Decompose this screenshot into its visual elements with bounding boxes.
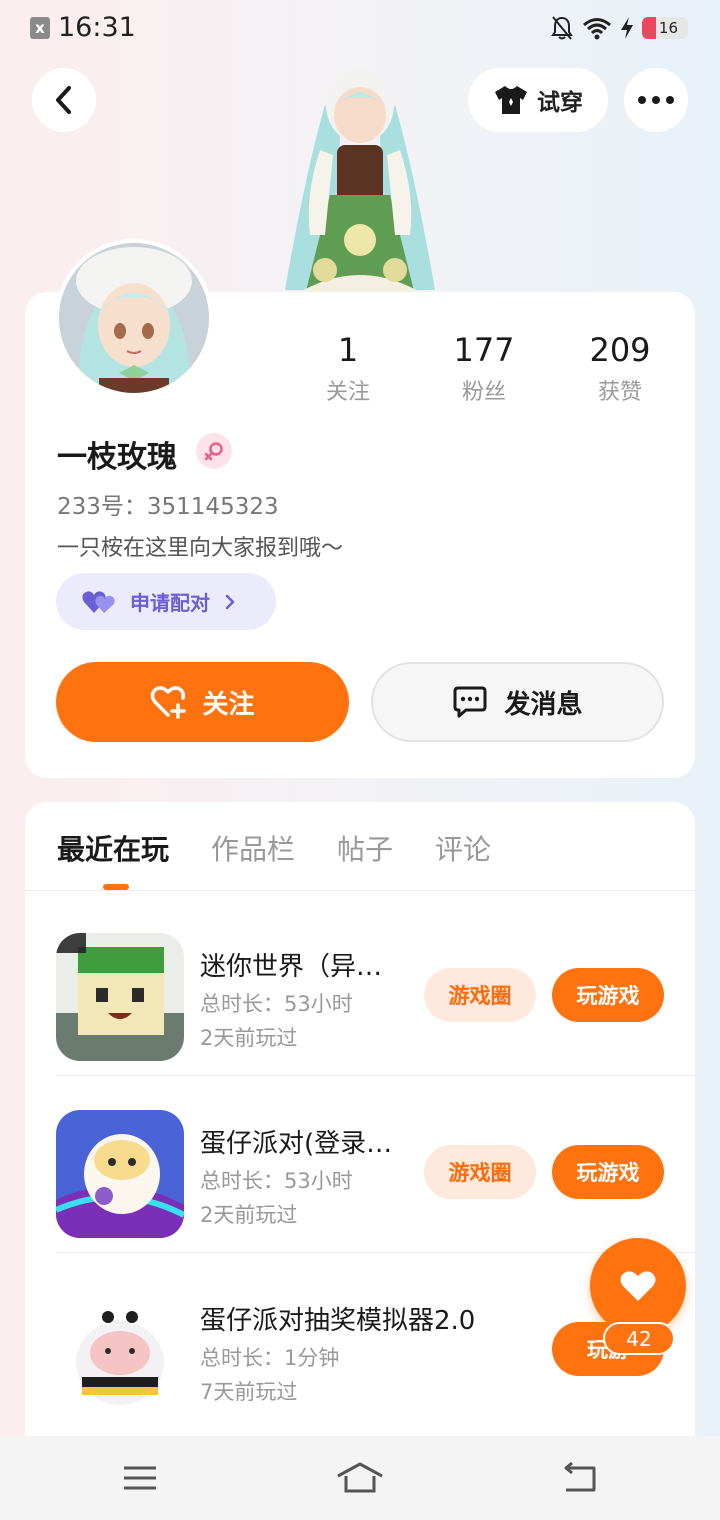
game-title: 蛋仔派对抽奖模拟器2.0	[200, 1306, 476, 1336]
heart-icon	[620, 1271, 656, 1301]
like-floating-button[interactable]	[590, 1238, 686, 1334]
stat-value: 209	[589, 331, 651, 369]
avatar-image	[59, 243, 209, 393]
user-id: 233号：351145323	[57, 494, 279, 520]
follow-button[interactable]: 关注	[56, 662, 349, 742]
more-dots-icon	[638, 96, 674, 104]
chat-bubble-icon	[453, 686, 487, 718]
stat-value: 177	[453, 331, 515, 369]
home-icon	[337, 1462, 383, 1493]
battery-icon: 16	[642, 17, 688, 39]
follow-label: 关注	[202, 689, 255, 720]
game-duration: 总时长：53小时	[200, 992, 353, 1016]
chevron-left-icon	[56, 86, 71, 114]
stat-following[interactable]: 1 关注	[280, 330, 416, 406]
game-row[interactable]: 迷你世界（异… 总时长：53小时 2天前玩过 游戏圈 玩游戏	[25, 900, 695, 1076]
game-duration: 总时长：1分钟	[200, 1346, 340, 1370]
system-nav-bar	[0, 1436, 720, 1520]
divider	[25, 890, 695, 891]
shirt-icon	[495, 86, 527, 114]
game-title: 蛋仔派对(登录…	[200, 1129, 393, 1159]
notification-off-icon	[551, 16, 573, 40]
game-icon-eggy-party[interactable]	[56, 1110, 184, 1238]
wifi-icon	[583, 18, 611, 40]
play-game-button[interactable]: 玩游戏	[552, 968, 664, 1022]
divider	[56, 1075, 695, 1076]
stat-likes[interactable]: 209 获赞	[552, 330, 688, 406]
send-message-label: 发消息	[504, 689, 583, 720]
gender-badge	[196, 433, 232, 469]
stat-label: 关注	[325, 380, 370, 405]
notification-app-icon: x	[30, 17, 50, 39]
nav-home-button[interactable]	[336, 1458, 384, 1498]
status-bar: x 16:31 16	[0, 0, 720, 56]
double-heart-icon	[82, 590, 115, 613]
stat-value: 1	[337, 331, 359, 369]
status-icons: 16	[550, 14, 688, 42]
try-on-button[interactable]: 试穿	[468, 68, 608, 132]
like-count-badge: 42	[603, 1322, 675, 1355]
nav-back-button[interactable]	[556, 1458, 604, 1498]
stat-label: 粉丝	[461, 380, 506, 405]
nav-menu-button[interactable]	[116, 1458, 164, 1498]
try-on-label: 试穿	[537, 90, 583, 116]
apply-pair-label: 申请配对	[130, 591, 210, 615]
status-time: 16:31	[58, 12, 136, 43]
female-icon	[204, 442, 223, 461]
game-last-played: 7天前玩过	[200, 1380, 298, 1404]
stat-followers[interactable]: 177 粉丝	[416, 330, 552, 406]
tab-recently-played[interactable]: 最近在玩	[57, 828, 169, 868]
game-icon-mini-world[interactable]	[56, 933, 184, 1061]
game-last-played: 2天前玩过	[200, 1203, 298, 1227]
tab-posts[interactable]: 帖子	[337, 828, 393, 868]
profile-tabs: 最近在玩 作品栏 帖子 评论	[57, 828, 491, 868]
game-circle-button[interactable]: 游戏圈	[424, 968, 536, 1022]
user-bio: 一只桉在这里向大家报到哦～	[57, 536, 344, 561]
charging-icon	[621, 17, 633, 39]
profile-stats: 1 关注 177 粉丝 209 获赞	[280, 330, 688, 406]
game-title: 迷你世界（异…	[200, 952, 383, 982]
game-circle-button[interactable]: 游戏圈	[424, 1145, 536, 1199]
apply-pair-button[interactable]: 申请配对	[56, 573, 276, 630]
game-row[interactable]: 蛋仔派对(登录… 总时长：53小时 2天前玩过 游戏圈 玩游戏	[25, 1077, 695, 1253]
more-button[interactable]	[624, 68, 688, 132]
send-message-button[interactable]: 发消息	[371, 662, 664, 742]
chevron-right-icon	[225, 594, 235, 609]
play-game-button[interactable]: 玩游戏	[552, 1145, 664, 1199]
game-duration: 总时长：53小时	[200, 1169, 353, 1193]
avatar[interactable]	[55, 239, 213, 397]
tab-comments[interactable]: 评论	[435, 828, 491, 868]
stat-label: 获赞	[597, 380, 642, 405]
username: 一枝玫瑰	[57, 440, 177, 475]
divider	[56, 1252, 695, 1253]
back-arrow-icon	[564, 1462, 596, 1492]
game-icon-eggy-lottery-simulator[interactable]	[56, 1287, 184, 1415]
menu-icon	[124, 1466, 156, 1490]
game-last-played: 2天前玩过	[200, 1026, 298, 1050]
avatar-outfit-figure	[285, 67, 435, 295]
tab-works[interactable]: 作品栏	[211, 828, 295, 868]
heart-plus-icon	[151, 686, 187, 719]
back-button[interactable]	[32, 68, 96, 132]
